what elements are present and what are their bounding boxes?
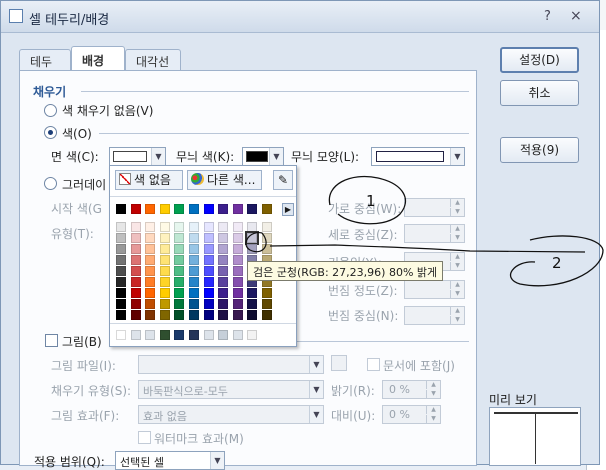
annotation-arrow-line: [269, 244, 586, 253]
annotation-label-1: 1: [366, 192, 376, 210]
annotation-layer: 1 2: [245, 176, 604, 287]
annotation-circle-cell: [245, 232, 267, 253]
annotation-label-2: 2: [552, 254, 562, 272]
